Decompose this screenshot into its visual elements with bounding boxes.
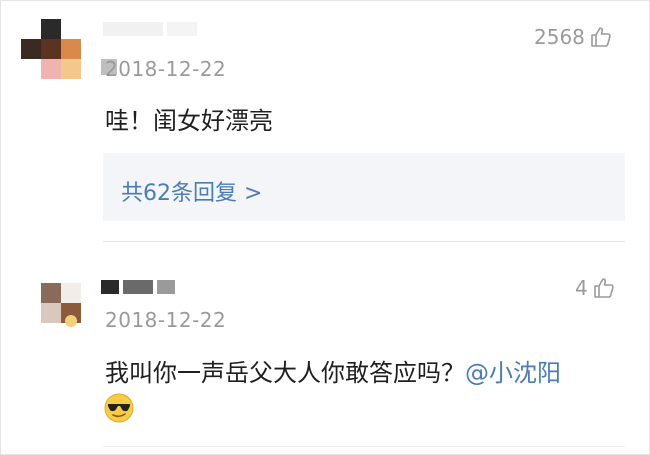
like-button[interactable]: 2568 — [534, 25, 613, 49]
reply-summary-box[interactable]: 共62条回复 > — [103, 153, 625, 221]
comment-date: 2018-12-22 — [105, 308, 227, 332]
avatar[interactable] — [21, 19, 81, 79]
divider — [103, 241, 625, 242]
avatar[interactable] — [21, 273, 81, 333]
like-count: 2568 — [534, 25, 585, 49]
like-count: 4 — [575, 276, 588, 300]
comment-text: 我叫你一声岳父大人你敢答应吗？@小沈阳 — [105, 353, 561, 388]
comment-body: 我叫你一声岳父大人你敢答应吗？ — [105, 359, 465, 387]
thumbs-up-icon — [593, 278, 614, 298]
mention-link[interactable]: @小沈阳 — [465, 359, 561, 387]
view-replies-link[interactable]: 共62条回复 > — [121, 175, 262, 207]
comment-list: 2018-12-22 2568 哇！闺女好漂亮 共62条回复 > 2018-12… — [0, 0, 650, 455]
username[interactable] — [103, 19, 243, 39]
comment-date: 2018-12-22 — [105, 57, 227, 81]
comment-text: 哇！闺女好漂亮 — [105, 107, 273, 135]
divider — [103, 446, 625, 447]
username[interactable] — [101, 277, 221, 297]
sunglasses-emoji-icon — [104, 393, 134, 423]
like-button[interactable]: 4 — [575, 276, 616, 300]
thumbs-up-icon — [591, 27, 611, 47]
